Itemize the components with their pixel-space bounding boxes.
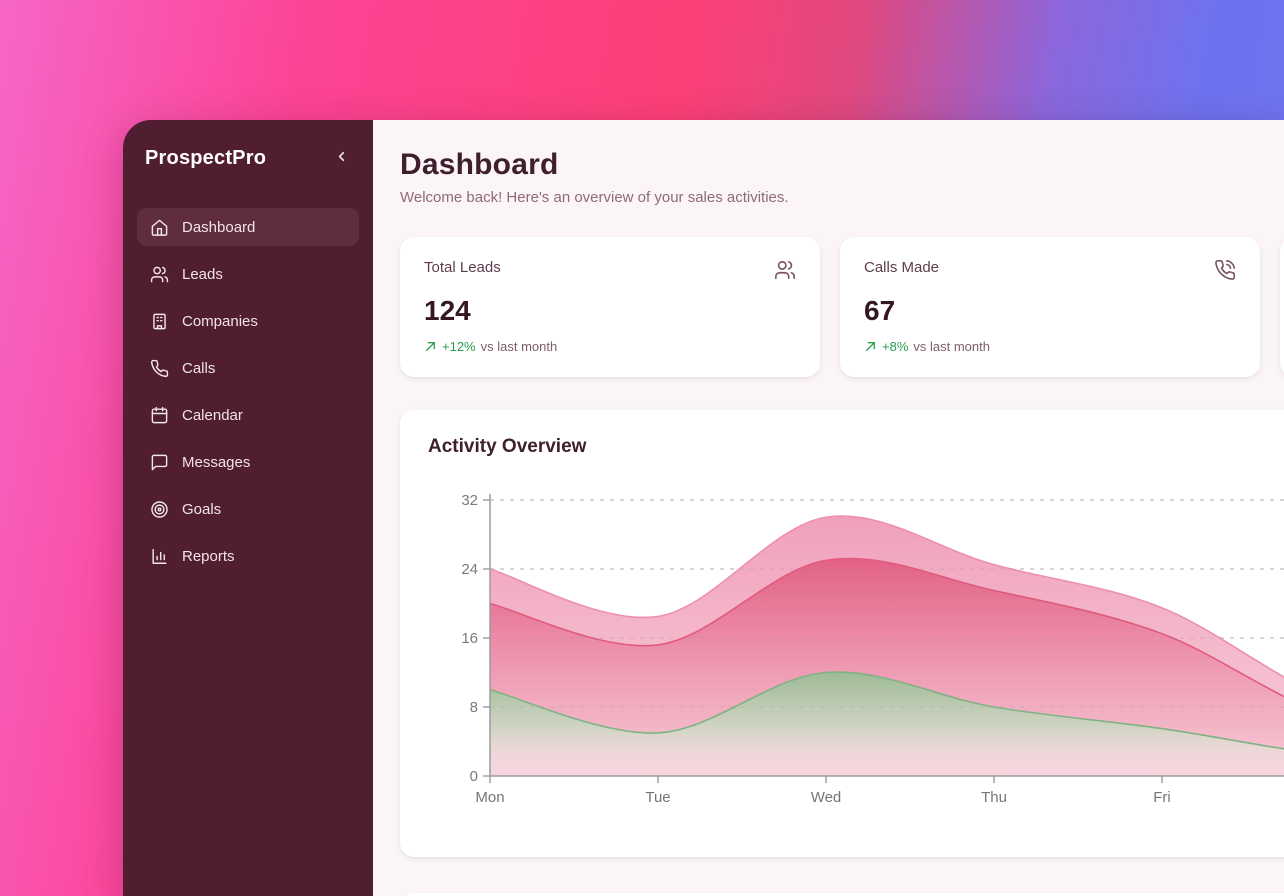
sidebar-item-calls[interactable]: Calls bbox=[137, 349, 359, 387]
stat-card-total-leads: Total Leads 124 +12%vs last month bbox=[400, 237, 820, 377]
stat-card-cutoff bbox=[1280, 237, 1284, 377]
sidebar-nav: Dashboard Leads Companies Calls Calendar Mess… bbox=[137, 208, 359, 575]
sidebar-item-companies[interactable]: Companies bbox=[137, 302, 359, 340]
users-icon bbox=[774, 259, 796, 286]
y-tick-label: 8 bbox=[470, 699, 478, 716]
trend-up-icon bbox=[424, 340, 437, 353]
page-subtitle: Welcome back! Here's an overview of your… bbox=[400, 189, 1284, 206]
y-tick-label: 0 bbox=[470, 768, 478, 785]
y-tick-label: 24 bbox=[461, 561, 478, 578]
sidebar-item-leads[interactable]: Leads bbox=[137, 255, 359, 293]
activity-overview-card: Activity Overview 0 8 16 24 32 Mon Tue Wed Thu Fr… bbox=[400, 410, 1284, 857]
y-tick-label: 16 bbox=[461, 630, 478, 647]
brand-logo: ProspectPro bbox=[145, 147, 266, 170]
stat-card-calls-made: Calls Made 67 +8%vs last month bbox=[840, 237, 1260, 377]
app-window: ProspectPro Dashboard Leads Companies Calls… bbox=[123, 120, 1284, 896]
sidebar-item-dashboard[interactable]: Dashboard bbox=[137, 208, 359, 246]
trend-up-icon bbox=[864, 340, 877, 353]
stat-value: 124 bbox=[424, 295, 796, 327]
page-title: Dashboard bbox=[400, 148, 1284, 182]
stat-trend: +12%vs last month bbox=[424, 339, 796, 354]
sidebar-item-calendar[interactable]: Calendar bbox=[137, 396, 359, 434]
sidebar-item-goals[interactable]: Goals bbox=[137, 490, 359, 528]
x-tick-label: Wed bbox=[811, 789, 842, 806]
x-tick-label: Fri bbox=[1153, 789, 1171, 806]
sidebar: ProspectPro Dashboard Leads Companies Calls… bbox=[123, 120, 373, 896]
y-tick-label: 32 bbox=[461, 492, 478, 509]
stat-trend: +8%vs last month bbox=[864, 339, 1236, 354]
x-tick-label: Mon bbox=[475, 789, 504, 806]
stat-cards-row: Total Leads 124 +12%vs last month Calls Mad… bbox=[400, 237, 1284, 377]
sidebar-collapse-button[interactable] bbox=[329, 146, 353, 170]
stat-label: Total Leads bbox=[424, 259, 501, 276]
phone-call-icon bbox=[1214, 259, 1236, 286]
sidebar-item-reports[interactable]: Reports bbox=[137, 537, 359, 575]
brand-row: ProspectPro bbox=[137, 146, 359, 170]
phone-icon bbox=[149, 358, 169, 378]
message-icon bbox=[149, 452, 169, 472]
content: Dashboard Welcome back! Here's an overvi… bbox=[373, 120, 1284, 896]
chart-title: Activity Overview bbox=[428, 436, 1284, 458]
target-icon bbox=[149, 499, 169, 519]
sidebar-item-messages[interactable]: Messages bbox=[137, 443, 359, 481]
activity-chart-svg: 08162432MonTueWedThuFriSatSun bbox=[428, 468, 1284, 830]
main-area: Dashboard Welcome back! Here's an overvi… bbox=[373, 120, 1284, 896]
building-icon bbox=[149, 311, 169, 331]
calendar-icon bbox=[149, 405, 169, 425]
bar-chart-icon bbox=[149, 546, 169, 566]
x-tick-label: Tue bbox=[645, 789, 670, 806]
stat-label: Calls Made bbox=[864, 259, 939, 276]
chevron-left-icon bbox=[334, 149, 349, 167]
home-icon bbox=[149, 217, 169, 237]
activity-chart: 08162432MonTueWedThuFriSatSun bbox=[428, 468, 1284, 835]
users-icon bbox=[149, 264, 169, 284]
stat-value: 67 bbox=[864, 295, 1236, 327]
x-tick-label: Thu bbox=[981, 789, 1007, 806]
